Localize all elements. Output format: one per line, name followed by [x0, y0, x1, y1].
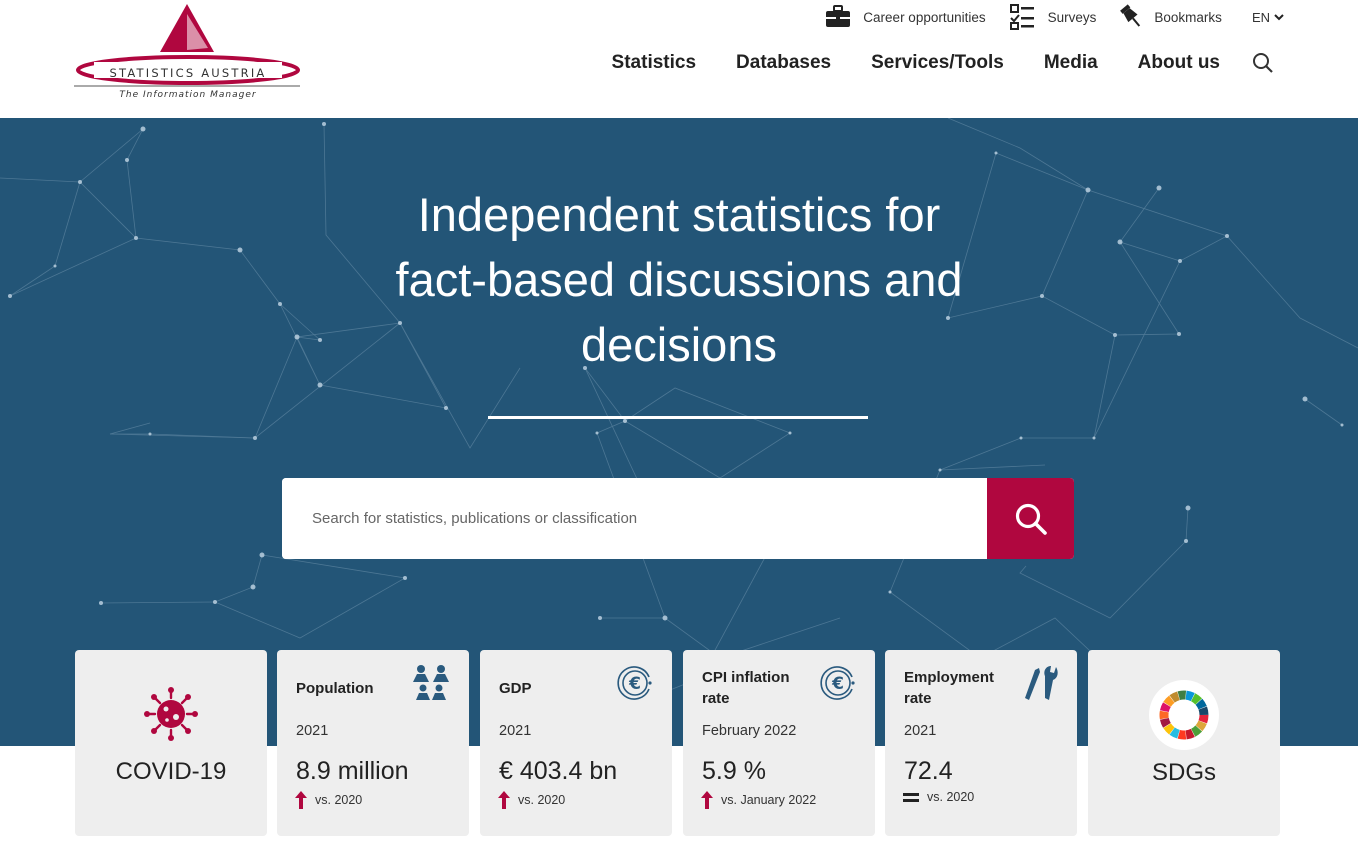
card-covid-icon-wrap: [75, 686, 267, 742]
card-cpi-inflation-rate[interactable]: CPI inflation rate € February 2022 5.9 %…: [683, 650, 875, 836]
card-employment-compare: vs. 2020: [902, 790, 974, 804]
card-covid-label: COVID-19: [115, 758, 227, 785]
search-bar: [282, 478, 1074, 559]
search-icon: [1015, 503, 1047, 535]
hero-headline-line-3: decisions: [581, 318, 777, 371]
card-employment-rate[interactable]: Employment rate 2021 72.4 vs. 2020: [885, 650, 1077, 836]
virus-icon: [144, 687, 198, 741]
language-label: EN: [1251, 9, 1270, 25]
main-nav: Statistics Databases Services/Tools Medi…: [572, 52, 1274, 74]
card-gdp[interactable]: GDP € 2021 € 403.4 bn vs. 2020: [480, 650, 672, 836]
card-gdp-compare: vs. 2020: [497, 790, 565, 810]
hero-divider: [488, 416, 868, 419]
card-gdp-compare-label: vs. 2020: [518, 793, 566, 807]
nav-item-media[interactable]: Media: [1044, 52, 1098, 74]
equal-sign-icon: [903, 793, 919, 802]
card-cpi-compare: vs. January 2022: [700, 790, 816, 810]
statistics-austria-logo[interactable]: STATISTICS AUSTRIA The Information Manag…: [74, 2, 302, 106]
key-figures-cards: COVID-19 Population 2021 8.9 million vs.…: [75, 650, 1280, 836]
chevron-down-icon: [1274, 14, 1284, 21]
search-submit-button[interactable]: [987, 478, 1074, 559]
card-employment-period: 2021: [904, 723, 937, 739]
search-icon: [1253, 53, 1273, 73]
svg-text:€: €: [831, 674, 844, 694]
card-gdp-value: € 403.4 bn: [499, 757, 618, 785]
card-employment-title: Employment rate: [904, 669, 995, 707]
card-cpi-value: 5.9 %: [702, 757, 766, 785]
card-gdp-title: GDP: [499, 680, 532, 697]
logo-tagline: The Information Manager: [119, 90, 257, 100]
card-employment-value: 72.4: [904, 757, 953, 785]
card-sdgs-label: SDGs: [1151, 759, 1216, 786]
nav-item-about-us[interactable]: About us: [1138, 52, 1220, 74]
card-population-icon-wrap: [411, 664, 451, 707]
euro-icon: €: [820, 666, 855, 700]
arrow-up-icon: [295, 791, 307, 809]
utility-nav: Career opportunities Surveys Bookmarks E…: [801, 2, 1284, 32]
career-label: Career opportunities: [863, 9, 986, 25]
people-icon: [413, 665, 449, 700]
bookmarks-link[interactable]: Bookmarks: [1120, 4, 1222, 30]
career-opportunities-link[interactable]: Career opportunities: [825, 5, 986, 29]
site-header: STATISTICS AUSTRIA The Information Manag…: [0, 0, 1358, 118]
bookmarks-label: Bookmarks: [1154, 9, 1222, 25]
tools-icon: [1025, 666, 1058, 700]
hero-headline-line-2: fact-based discussions and: [395, 253, 963, 306]
card-population-period: 2021: [296, 723, 329, 739]
card-cpi-compare-label: vs. January 2022: [721, 793, 817, 807]
logo-name: STATISTICS AUSTRIA: [109, 66, 267, 80]
surveys-link[interactable]: Surveys: [1009, 4, 1097, 30]
card-gdp-icon-wrap: €: [616, 664, 654, 707]
arrow-up-icon: [498, 791, 510, 809]
hero-headline-line-1: Independent statistics for: [417, 188, 941, 241]
briefcase-icon: [826, 5, 851, 27]
nav-item-statistics[interactable]: Statistics: [612, 52, 696, 74]
hero-headline: Independent statistics for fact-based di…: [329, 182, 1029, 377]
checklist-icon: [1009, 4, 1034, 30]
card-population-title: Population: [296, 680, 374, 697]
search-input[interactable]: [282, 478, 987, 559]
card-cpi-icon-wrap: €: [819, 664, 857, 707]
header-search-button[interactable]: [1252, 52, 1274, 74]
card-sdg-icon-wrap: [1088, 679, 1280, 751]
language-selector[interactable]: EN: [1252, 10, 1284, 25]
svg-text:€: €: [628, 674, 641, 694]
card-gdp-period: 2021: [499, 723, 532, 739]
arrow-up-icon: [701, 791, 713, 809]
card-population-value: 8.9 million: [296, 757, 409, 785]
card-cpi-title: CPI inflation rate: [702, 669, 790, 707]
card-cpi-period: February 2022: [702, 723, 797, 739]
sdg-wheel-icon: [1149, 680, 1219, 750]
card-sdgs[interactable]: SDGs: [1088, 650, 1280, 836]
euro-icon: €: [617, 666, 652, 700]
surveys-label: Surveys: [1047, 9, 1097, 25]
nav-item-databases[interactable]: Databases: [736, 52, 831, 74]
nav-item-services-tools[interactable]: Services/Tools: [871, 52, 1004, 74]
card-covid-19[interactable]: COVID-19: [75, 650, 267, 836]
pin-icon: [1120, 4, 1141, 27]
card-population-compare: vs. 2020: [294, 790, 362, 810]
card-population[interactable]: Population 2021 8.9 million vs. 2020: [277, 650, 469, 836]
card-employment-compare-label: vs. 2020: [927, 790, 975, 804]
card-population-compare-label: vs. 2020: [315, 793, 363, 807]
card-employment-icon-wrap: [1023, 664, 1059, 707]
